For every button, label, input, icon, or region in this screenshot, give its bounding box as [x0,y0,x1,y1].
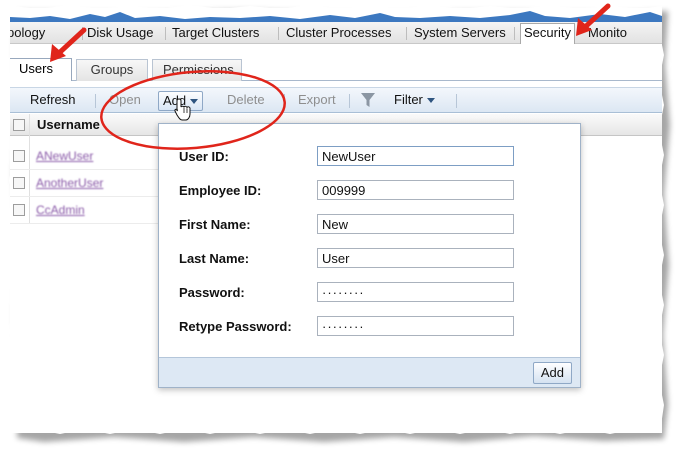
sub-tab-groups[interactable]: Groups [76,59,148,81]
first-name-input[interactable] [317,214,514,234]
retype-password-input[interactable] [317,316,514,336]
screenshot-content: pology Disk Usage Target Clusters Cluste… [10,8,662,433]
refresh-button[interactable]: Refresh [30,92,76,110]
security-sub-tabs: Users Groups Permissions [10,55,662,81]
row-checkbox[interactable] [13,150,25,162]
employee-id-input[interactable] [317,180,514,200]
nav-tab-disk-usage[interactable]: Disk Usage [87,24,153,44]
nav-tab-cluster-processes[interactable]: Cluster Processes [286,24,391,44]
nav-tab-target-clusters[interactable]: Target Clusters [172,24,259,44]
filter-icon [361,93,375,107]
users-toolbar: Refresh Open Add Delete Export Filter [10,87,662,113]
row-checkbox[interactable] [13,204,25,216]
table-row[interactable]: AnotherUser [10,170,170,197]
chevron-down-icon [190,99,199,105]
popup-footer: Add [159,357,580,387]
nav-tab-security[interactable]: Security [520,23,575,44]
employee-id-label: Employee ID: [179,183,262,198]
filter-button-label: Filter [394,92,423,107]
user-id-label: User ID: [179,149,229,164]
toolbar-separator [349,94,350,108]
select-all-checkbox[interactable] [13,119,25,131]
sub-tab-permissions[interactable]: Permissions [152,59,242,81]
username-link[interactable]: CcAdmin [36,203,85,217]
table-row[interactable]: ANewUser [10,143,170,170]
password-label: Password: [179,285,245,300]
nav-tab-monitor[interactable]: Monito [588,24,627,44]
last-name-input[interactable] [317,248,514,268]
nav-separator [278,27,279,40]
chevron-down-icon [426,98,435,104]
first-name-label: First Name: [179,217,251,232]
row-checkbox[interactable] [13,177,25,189]
add-button-label: Add [163,93,187,108]
toolbar-separator [456,94,457,108]
nav-separator [514,27,515,40]
user-id-input[interactable] [317,146,514,166]
add-button[interactable]: Add [158,91,204,111]
username-link[interactable]: ANewUser [36,149,93,163]
nav-separator [82,27,83,40]
toolbar-separator [284,94,285,108]
activity-sparkline [10,11,662,22]
nav-tab-system-servers[interactable]: System Servers [414,24,506,44]
toolbar-separator [95,94,96,108]
username-link[interactable]: AnotherUser [36,176,103,190]
open-button[interactable]: Open [109,92,141,110]
password-input[interactable] [317,282,514,302]
add-user-popup: User ID: Employee ID: First Name: Last N… [158,123,581,388]
last-name-label: Last Name: [179,251,250,266]
submit-add-user-button[interactable]: Add [532,362,572,384]
column-header-username[interactable]: Username [37,117,100,132]
main-nav-bar: pology Disk Usage Target Clusters Cluste… [10,11,662,44]
export-button[interactable]: Export [298,92,336,110]
delete-button[interactable]: Delete [227,92,265,110]
sub-tab-users[interactable]: Users [10,58,72,81]
nav-separator [406,27,407,40]
table-row[interactable]: CcAdmin [10,197,170,224]
nav-separator [165,27,166,40]
nav-tab-topology[interactable]: pology [10,24,45,44]
retype-password-label: Retype Password: [179,319,292,334]
filter-button[interactable]: Filter [394,92,435,110]
